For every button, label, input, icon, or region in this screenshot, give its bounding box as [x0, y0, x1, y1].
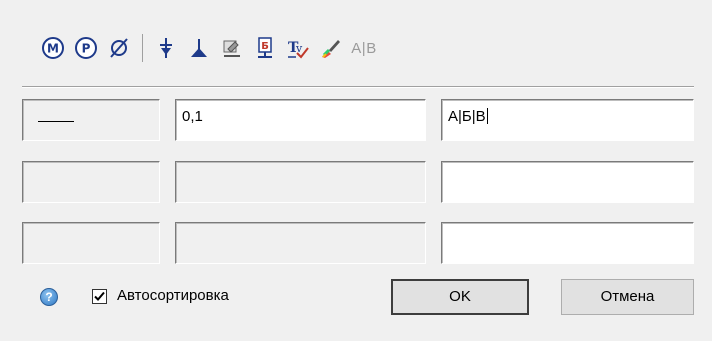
toolbar-divider	[22, 86, 694, 88]
autosort-checkbox[interactable]	[92, 289, 107, 304]
tv-check-icon[interactable]: Tv	[283, 33, 313, 63]
brush-icon[interactable]	[316, 33, 346, 63]
toolbar-separator	[142, 34, 143, 62]
checkmark-icon	[94, 291, 105, 301]
b-marker-icon[interactable]: Б	[250, 33, 280, 63]
text-field-2[interactable]	[441, 161, 694, 203]
value-field-3[interactable]	[175, 222, 426, 264]
ok-button[interactable]: OK	[391, 279, 529, 315]
arrow-down-icon[interactable]	[151, 33, 181, 63]
symbol-icon[interactable]	[217, 33, 247, 63]
text-caret	[486, 108, 488, 124]
svg-text:M: M	[47, 42, 59, 56]
toolbar: M P Б Tv A|B	[38, 30, 518, 66]
perpendicular-icon[interactable]	[184, 33, 214, 63]
cancel-button[interactable]: Отмена	[561, 279, 694, 315]
P-circled-icon[interactable]: P	[71, 33, 101, 63]
svg-text:P: P	[82, 42, 91, 56]
text-separator-button[interactable]: A|B	[349, 33, 379, 63]
help-icon[interactable]: ?	[40, 288, 58, 306]
M-circled-icon[interactable]: M	[38, 33, 68, 63]
svg-text:v: v	[295, 42, 303, 55]
line-sample	[38, 121, 74, 122]
line-style-cell-3[interactable]	[22, 222, 160, 264]
line-style-cell-1[interactable]	[22, 99, 160, 141]
diameter-icon[interactable]	[104, 33, 134, 63]
value-field-1[interactable]: 0,1	[175, 99, 426, 141]
text-field-1[interactable]: А|Б|В	[441, 99, 694, 141]
svg-text:Б: Б	[261, 41, 269, 52]
value-field-2[interactable]	[175, 161, 426, 203]
line-style-cell-2[interactable]	[22, 161, 160, 203]
text-field-3[interactable]	[441, 222, 694, 264]
autosort-label: Автосортировка	[117, 287, 229, 304]
